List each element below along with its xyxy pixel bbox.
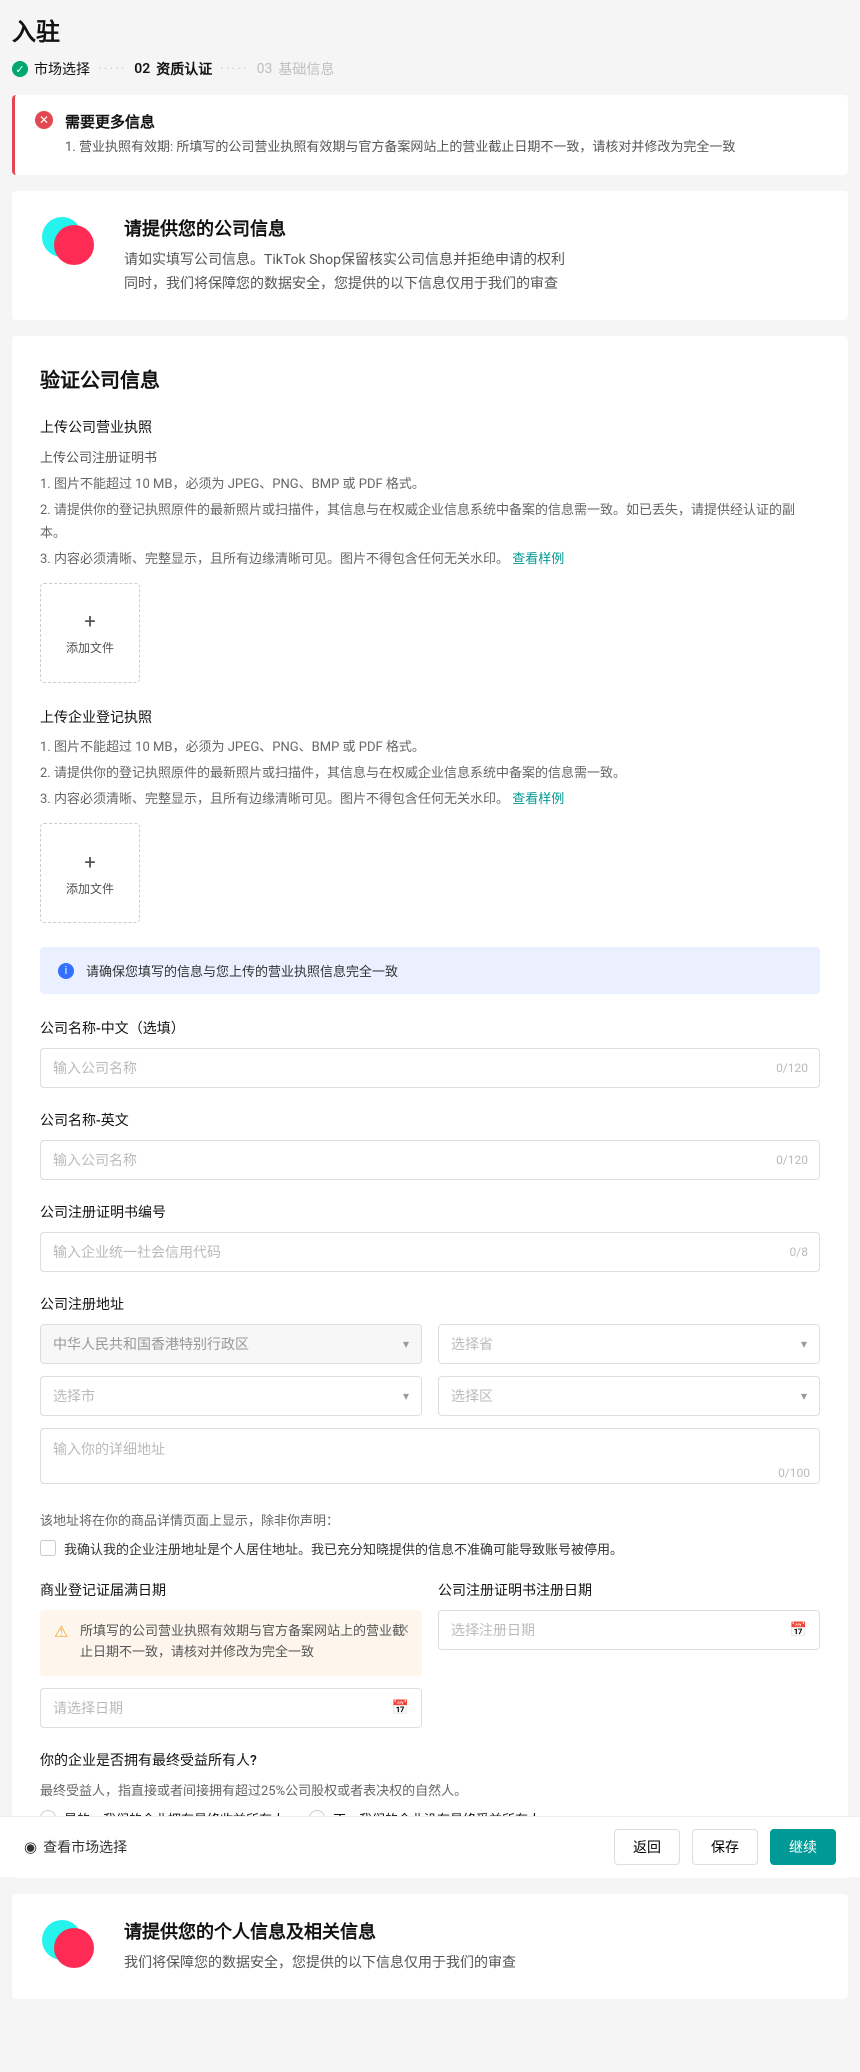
expiry-warning: ⚠ 所填写的公司营业执照有效期与官方备案网站上的营业截止日期不一致，请核对并修改… <box>40 1610 422 1676</box>
stepper: ✓ 市场选择 ····· 02 资质认证 ····· 03 基础信息 <box>12 59 848 79</box>
step-basic-info: 03 基础信息 <box>257 59 335 79</box>
add-file-label: 添加文件 <box>66 639 114 656</box>
step1-label: 市场选择 <box>34 59 90 79</box>
ubo-label: 你的企业是否拥有最终受益所有人? <box>40 1750 820 1770</box>
name-cn-label: 公司名称-中文（选填） <box>40 1018 820 1038</box>
addr-detail-input[interactable] <box>40 1428 820 1484</box>
char-counter: 0/120 <box>776 1153 808 1167</box>
upload1-sub: 上传公司注册证明书 <box>40 447 820 466</box>
info-banner: i 请确保您填写的信息与您上传的营业执照信息完全一致 <box>40 947 820 994</box>
company-intro-card: 请提供您的公司信息 请如实填写公司信息。TikTok Shop保留核实公司信息并… <box>12 191 848 321</box>
ubo-hint: 最终受益人，指直接或者间接拥有超过25%公司股权或者表决权的自然人。 <box>40 1780 820 1799</box>
view-example-link[interactable]: 查看样例 <box>512 552 564 567</box>
error-alert: ✕ 需要更多信息 1. 营业执照有效期: 所填写的公司营业执照有效期与官方备案网… <box>12 95 848 175</box>
step3-label: 基础信息 <box>278 59 334 79</box>
personal-sub: 我们将保障您的数据安全，您提供的以下信息仅用于我们的审查 <box>124 1952 516 1976</box>
personal-intro-card: 请提供您的个人信息及相关信息 我们将保障您的数据安全，您提供的以下信息仅用于我们… <box>12 1894 848 2000</box>
name-en-label: 公司名称-英文 <box>40 1110 820 1130</box>
hint-text: 1. 图片不能超过 10 MB，必须为 JPEG、PNG、BMP 或 PDF 格… <box>40 474 820 496</box>
expiry-date-input[interactable]: 请选择日期 📅 <box>40 1688 422 1728</box>
calendar-icon: 📅 <box>392 1700 409 1716</box>
calendar-icon: 📅 <box>790 1622 807 1638</box>
step-qualification: 02 资质认证 <box>134 59 212 79</box>
hint-text: 3. 内容必须清晰、完整显示，且所有边缘清晰可见。图片不得包含任何无关水印。 查… <box>40 549 820 571</box>
info-icon: i <box>58 963 74 979</box>
intro-title: 请提供您的公司信息 <box>124 215 565 241</box>
view-example-link[interactable]: 查看样例 <box>512 792 564 807</box>
step-market: ✓ 市场选择 <box>12 59 90 79</box>
char-counter: 0/100 <box>778 1466 810 1480</box>
reg-no-label: 公司注册证明书编号 <box>40 1202 820 1222</box>
expiry-label: 商业登记证届满日期 <box>40 1580 422 1600</box>
district-select[interactable]: 选择区 ▾ <box>438 1376 820 1416</box>
alert-title: 需要更多信息 <box>65 111 735 132</box>
chevron-down-icon: ▾ <box>801 1337 807 1351</box>
verify-company-card: 验证公司信息 上传公司营业执照 上传公司注册证明书 1. 图片不能超过 10 M… <box>12 336 848 1877</box>
hint-text: 2. 请提供你的登记执照原件的最新照片或扫描件，其信息与在权威企业信息系统中备案… <box>40 763 820 785</box>
reg-date-label: 公司注册证明书注册日期 <box>438 1580 820 1600</box>
warn-text: 所填写的公司营业执照有效期与官方备案网站上的营业截止日期不一致，请核对并修改为完… <box>80 1622 408 1664</box>
addr-display-hint: 该地址将在你的商品详情页面上显示，除非你声明： <box>40 1510 820 1529</box>
check-icon: ✓ <box>12 61 28 77</box>
tiktok-logo-icon <box>40 1918 96 1974</box>
error-icon: ✕ <box>35 111 53 129</box>
addr-label: 公司注册地址 <box>40 1294 820 1314</box>
char-counter: 0/120 <box>776 1061 808 1075</box>
verify-title: 验证公司信息 <box>40 364 820 393</box>
country-select[interactable]: 中华人民共和国香港特别行政区 ▾ <box>40 1324 422 1364</box>
upload1-label: 上传公司营业执照 <box>40 417 820 437</box>
eye-icon: ◉ <box>24 1838 37 1856</box>
save-button[interactable]: 保存 <box>692 1829 758 1865</box>
personal-title: 请提供您的个人信息及相关信息 <box>124 1918 516 1944</box>
name-cn-input[interactable] <box>40 1048 820 1088</box>
upload-registration-box[interactable]: + 添加文件 <box>40 823 140 923</box>
hint-text: 1. 图片不能超过 10 MB，必须为 JPEG、PNG、BMP 或 PDF 格… <box>40 737 820 759</box>
name-en-input[interactable] <box>40 1140 820 1180</box>
close-icon[interactable]: ✕ <box>398 1622 410 1638</box>
tiktok-logo-icon <box>40 215 96 271</box>
step2-label: 资质认证 <box>156 59 212 79</box>
upload-license-box[interactable]: + 添加文件 <box>40 583 140 683</box>
plus-icon: + <box>84 609 95 633</box>
hint-text: 2. 请提供你的登记执照原件的最新照片或扫描件，其信息与在权威企业信息系统中备案… <box>40 500 820 544</box>
continue-button[interactable]: 继续 <box>770 1829 836 1865</box>
step-separator: ····· <box>98 61 126 77</box>
step2-num: 02 <box>134 61 150 77</box>
add-file-label: 添加文件 <box>66 880 114 897</box>
page-title: 入驻 <box>12 12 848 47</box>
intro-line1: 请如实填写公司信息。TikTok Shop保留核实公司信息并拒绝申请的权利 <box>124 249 565 273</box>
reg-date-input[interactable]: 选择注册日期 📅 <box>438 1610 820 1650</box>
warning-icon: ⚠ <box>54 1622 70 1638</box>
city-select[interactable]: 选择市 ▾ <box>40 1376 422 1416</box>
chevron-down-icon: ▾ <box>403 1389 409 1403</box>
char-counter: 0/8 <box>790 1245 808 1259</box>
step3-num: 03 <box>257 61 273 77</box>
banner-text: 请确保您填写的信息与您上传的营业执照信息完全一致 <box>86 961 398 980</box>
alert-item: 1. 营业执照有效期: 所填写的公司营业执照有效期与官方备案网站上的营业截止日期… <box>65 138 735 159</box>
addr-checkbox-label: 我确认我的企业注册地址是个人居住地址。我已充分知晓提供的信息不准确可能导致账号被… <box>64 1539 623 1558</box>
chevron-down-icon: ▾ <box>403 1337 409 1351</box>
addr-confirm-checkbox[interactable] <box>40 1540 56 1556</box>
plus-icon: + <box>84 850 95 874</box>
hint-text: 3. 内容必须清晰、完整显示，且所有边缘清晰可见。图片不得包含任何无关水印。 查… <box>40 789 820 811</box>
step-separator: ····· <box>220 61 248 77</box>
chevron-down-icon: ▾ <box>801 1389 807 1403</box>
intro-line2: 同时，我们将保障您的数据安全，您提供的以下信息仅用于我们的审查 <box>124 273 565 297</box>
view-market-link[interactable]: ◉ 查看市场选择 <box>24 1837 127 1857</box>
upload2-label: 上传企业登记执照 <box>40 707 820 727</box>
reg-no-input[interactable] <box>40 1232 820 1272</box>
province-select[interactable]: 选择省 ▾ <box>438 1324 820 1364</box>
footer-bar: ◉ 查看市场选择 返回 保存 继续 <box>0 1816 860 1877</box>
back-button[interactable]: 返回 <box>614 1829 680 1865</box>
